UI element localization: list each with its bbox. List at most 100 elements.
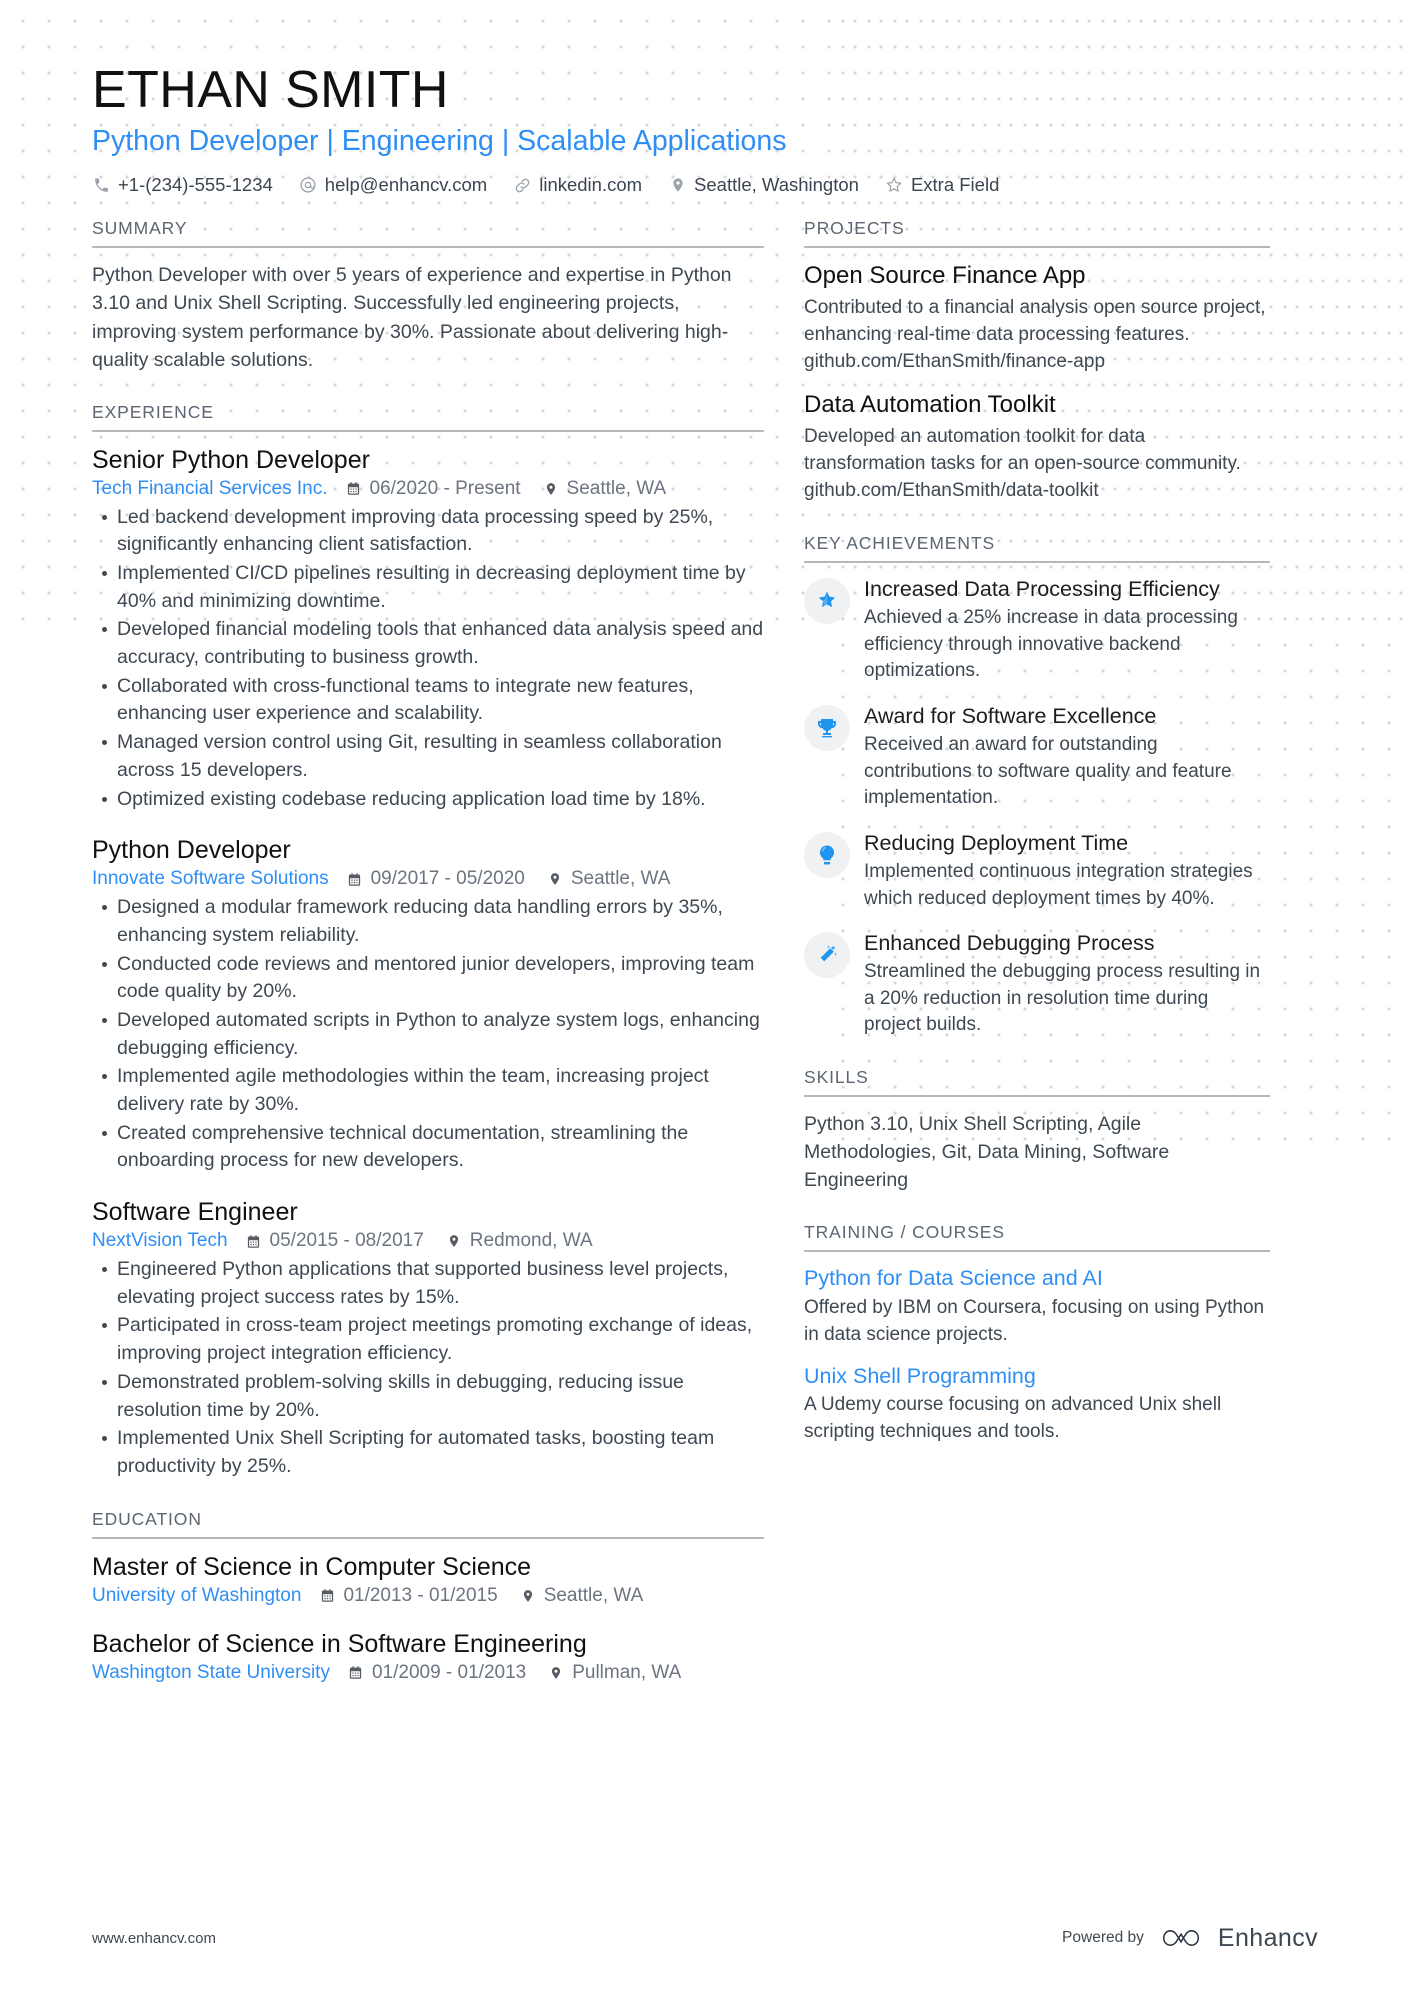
experience-bullets: Led backend development improving data p… (92, 504, 764, 814)
education-dates: 01/2009 - 01/2013 (348, 1662, 526, 1684)
trophy-icon (804, 705, 850, 752)
resume-content: ETHAN SMITH Python Developer | Engineeri… (0, 0, 1410, 1690)
contact-row: +1-(234)-555-1234 help@enhancv.com linke… (92, 174, 1318, 196)
section-key-achievements: KEY ACHIEVEMENTS Increased Data Processi… (804, 533, 1270, 1039)
star-outline-icon (885, 176, 904, 195)
achievement-title: Reducing Deployment Time (864, 830, 1129, 855)
bullet-item: Optimized existing codebase reducing app… (102, 786, 764, 814)
link-icon (513, 176, 532, 195)
achievement-entry: Enhanced Debugging Process Streamlined t… (804, 930, 1270, 1039)
section-title-education: EDUCATION (92, 1509, 764, 1539)
experience-company[interactable]: Innovate Software Solutions (92, 868, 329, 890)
education-dates-text: 01/2009 - 01/2013 (371, 1661, 527, 1683)
right-column: PROJECTS Open Source Finance App Contrib… (804, 218, 1270, 1460)
contact-email[interactable]: help@enhancv.com (299, 174, 487, 196)
education-degree: Master of Science in Computer Science (92, 1552, 532, 1581)
experience-location-text: Seattle, WA (566, 477, 667, 499)
section-projects: PROJECTS Open Source Finance App Contrib… (804, 218, 1270, 505)
education-entry: Master of Science in Computer Science Un… (92, 1552, 764, 1607)
experience-location-text: Seattle, WA (570, 868, 671, 890)
achievement-title: Increased Data Processing Efficiency (864, 577, 1220, 602)
experience-dates-text: 09/2017 - 05/2020 (370, 868, 525, 890)
contact-phone[interactable]: +1-(234)-555-1234 (92, 174, 273, 196)
location-pin-icon (668, 176, 687, 195)
experience-meta: NextVision Tech 05/2015 - 08/2017 Redmon… (92, 1230, 764, 1252)
achievement-title: Enhanced Debugging Process (864, 931, 1155, 956)
experience-location: Redmond, WA (446, 1230, 593, 1252)
achievement-body: Increased Data Processing Efficiency Ach… (864, 576, 1270, 685)
education-location-text: Seattle, WA (543, 1584, 644, 1606)
skills-text: Python 3.10, Unix Shell Scripting, Agile… (804, 1113, 1170, 1192)
course-name[interactable]: Python for Data Science and AI (804, 1265, 1270, 1293)
summary-text: Python Developer with over 5 years of ex… (92, 264, 732, 371)
experience-company[interactable]: NextVision Tech (92, 1230, 228, 1252)
experience-location: Seattle, WA (543, 477, 667, 500)
experience-meta: Innovate Software Solutions 09/2017 - 05… (92, 868, 764, 890)
achievement-description: Achieved a 25% increase in data processi… (864, 607, 1238, 682)
footer-website-url[interactable]: www.enhancv.com (92, 1930, 216, 1947)
experience-dates: 05/2015 - 08/2017 (246, 1230, 424, 1252)
section-education: EDUCATION Master of Science in Computer … (92, 1509, 764, 1684)
experience-meta: Tech Financial Services Inc. 06/2020 - P… (92, 478, 764, 500)
project-entry: Open Source Finance App Contributed to a… (804, 261, 1270, 376)
candidate-name: ETHAN SMITH (92, 61, 449, 119)
contact-location[interactable]: Seattle, Washington (668, 174, 859, 196)
course-name[interactable]: Unix Shell Programming (804, 1363, 1270, 1391)
contact-extra-field[interactable]: Extra Field (885, 174, 999, 196)
calendar-icon (346, 480, 362, 497)
section-training-courses: TRAINING / COURSES Python for Data Scien… (804, 1222, 1270, 1446)
education-school[interactable]: Washington State University (92, 1662, 330, 1684)
experience-bullets: Designed a modular framework reducing da… (92, 894, 764, 1175)
location-pin-icon (547, 871, 563, 888)
experience-entry: Senior Python Developer Tech Financial S… (92, 445, 764, 814)
education-school[interactable]: University of Washington (92, 1585, 301, 1607)
contact-phone-text: +1-(234)-555-1234 (118, 174, 273, 196)
education-dates: 01/2013 - 01/2015 (319, 1585, 498, 1607)
location-pin-icon (543, 480, 559, 497)
education-degree: Bachelor of Science in Software Engineer… (92, 1629, 587, 1658)
bullet-item: Managed version control using Git, resul… (102, 729, 764, 784)
project-description: Developed an automation toolkit for data… (804, 426, 1241, 502)
section-title-projects: PROJECTS (804, 218, 1270, 249)
education-location-text: Pullman, WA (572, 1661, 682, 1683)
section-skills: SKILLS Python 3.10, Unix Shell Scripting… (804, 1067, 1270, 1194)
candidate-headline: Python Developer | Engineering | Scalabl… (92, 125, 787, 158)
section-title-key-achievements: KEY ACHIEVEMENTS (804, 533, 1270, 564)
powered-by-label: Powered by (1062, 1929, 1144, 1946)
achievement-body: Award for Software Excellence Received a… (864, 703, 1270, 812)
bullet-item: Created comprehensive technical document… (102, 1120, 764, 1175)
experience-company[interactable]: Tech Financial Services Inc. (92, 478, 328, 500)
contact-link-text: linkedin.com (539, 174, 643, 196)
project-name: Open Source Finance App (804, 262, 1086, 290)
experience-dates-text: 06/2020 - Present (369, 477, 521, 499)
bullet-item: Collaborated with cross-functional teams… (102, 673, 764, 728)
education-meta: University of Washington 01/2013 - 01/20… (92, 1585, 764, 1607)
achievement-entry: Award for Software Excellence Received a… (804, 703, 1270, 812)
experience-entry: Software Engineer NextVision Tech 05/201… (92, 1197, 764, 1481)
achievement-description: Received an award for outstanding contri… (864, 734, 1232, 809)
education-location: Seattle, WA (520, 1584, 644, 1607)
achievement-body: Reducing Deployment Time Implemented con… (864, 830, 1270, 912)
section-title-skills: SKILLS (804, 1067, 1270, 1097)
contact-link[interactable]: linkedin.com (513, 174, 642, 196)
education-entry: Bachelor of Science in Software Engineer… (92, 1629, 764, 1684)
calendar-icon (319, 1587, 335, 1604)
calendar-icon (348, 1664, 364, 1681)
contact-location-text: Seattle, Washington (694, 174, 859, 196)
course-description: Offered by IBM on Coursera, focusing on … (804, 1296, 1265, 1345)
location-pin-icon (520, 1587, 536, 1604)
education-location: Pullman, WA (548, 1662, 681, 1684)
bullet-item: Designed a modular framework reducing da… (102, 894, 764, 949)
enhancv-logo-icon (1158, 1923, 1204, 1953)
star-badge-icon (804, 578, 850, 625)
resume-page: ETHAN SMITH Python Developer | Engineeri… (0, 0, 1410, 1995)
section-title-experience: EXPERIENCE (92, 402, 764, 432)
bullet-item: Implemented CI/CD pipelines resulting in… (102, 560, 764, 615)
experience-entry: Python Developer Innovate Software Solut… (92, 835, 764, 1175)
enhancv-brand-name: Enhancv (1217, 1923, 1318, 1952)
section-experience: EXPERIENCE Senior Python Developer Tech … (92, 402, 764, 1481)
achievement-body: Enhanced Debugging Process Streamlined t… (864, 930, 1270, 1039)
left-column: SUMMARY Python Developer with over 5 yea… (92, 218, 804, 1689)
achievement-entry: Reducing Deployment Time Implemented con… (804, 830, 1270, 912)
experience-bullets: Engineered Python applications that supp… (92, 1256, 764, 1481)
